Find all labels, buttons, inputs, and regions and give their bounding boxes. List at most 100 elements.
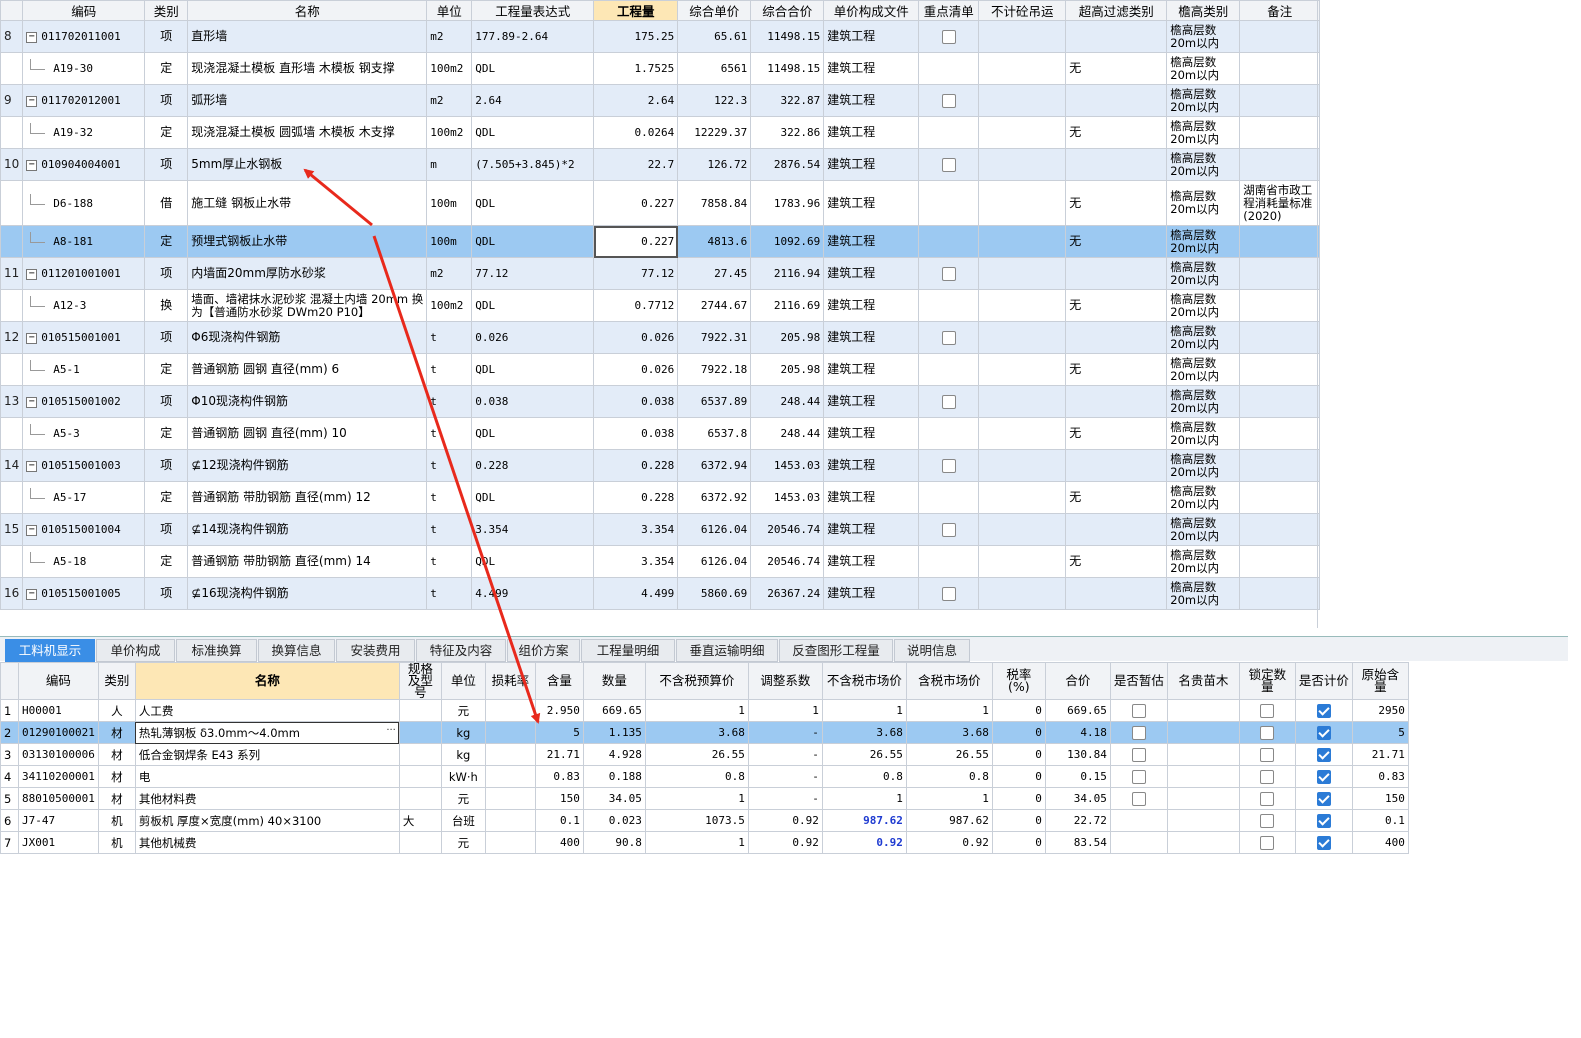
item-name[interactable]: Φ10现浇构件钢筋 — [187, 385, 428, 418]
item-code[interactable]: −011201001001 — [22, 257, 146, 290]
quota-row[interactable]: A5-1 定普通钢筋 圆钢 直径(mm) 6 t QDL 0.026 7922.18 205… — [0, 353, 1321, 386]
remark[interactable] — [1239, 385, 1321, 418]
resource-name[interactable]: 电 — [134, 765, 400, 788]
item-code[interactable]: A19-30 — [22, 52, 146, 85]
item-code[interactable]: A5-17 — [22, 481, 146, 514]
quantity-expression[interactable]: (7.505+3.845)*2 — [471, 148, 595, 181]
item-type[interactable]: 项 — [144, 257, 189, 290]
quantity-expression[interactable]: 4.499 — [471, 577, 595, 610]
estimate-checkbox[interactable] — [1131, 791, 1146, 806]
market-price[interactable]: 1 — [821, 787, 907, 810]
height-filter[interactable]: 无 — [1065, 225, 1168, 258]
key-item-cell[interactable] — [918, 417, 980, 450]
collapse-toggle-icon[interactable]: − — [26, 588, 38, 600]
content[interactable]: 21.71 — [534, 743, 584, 766]
quota-row[interactable]: A5-17 定普通钢筋 带肋钢筋 直径(mm) 12 t QDL 0.228 6372.9… — [0, 481, 1321, 514]
estimate-checkbox[interactable] — [1131, 747, 1146, 762]
priced-checkbox[interactable] — [1316, 747, 1331, 762]
item-code[interactable]: −010515001003 — [22, 449, 146, 482]
resource-type[interactable]: 材 — [97, 787, 136, 810]
loss-rate[interactable] — [484, 831, 536, 854]
item-unit[interactable]: t — [426, 321, 473, 354]
height-filter[interactable] — [1065, 385, 1168, 418]
quantity[interactable]: 0.0264 — [593, 116, 679, 149]
loss-rate[interactable] — [484, 787, 536, 810]
item-name[interactable]: 直形墙 — [187, 20, 428, 53]
lock-qty-cell[interactable] — [1238, 721, 1296, 744]
priced-checkbox[interactable] — [1316, 835, 1331, 850]
eave-category[interactable]: 檐高层数20m以内 — [1166, 148, 1241, 181]
height-filter[interactable]: 无 — [1065, 353, 1168, 386]
lock-qty-checkbox[interactable] — [1260, 813, 1275, 828]
quantity[interactable]: 175.25 — [593, 20, 679, 53]
tab-7[interactable]: 组价方案 — [507, 639, 580, 662]
collapse-toggle-icon[interactable]: − — [26, 396, 38, 408]
loss-rate[interactable] — [484, 721, 536, 744]
item-code[interactable]: −010515001004 — [22, 513, 146, 546]
height-filter[interactable] — [1065, 513, 1168, 546]
bill-item-row[interactable]: 13−010515001002 项 Φ10现浇构件钢筋 t 0.038 0.038 6537… — [0, 385, 1321, 418]
eave-category[interactable]: 檐高层数20m以内 — [1166, 180, 1241, 226]
bill-item-row[interactable]: 11−011201001001 项内墙面20mm厚防水砂浆 m2 77.12 77.12… — [0, 257, 1321, 290]
resource-type[interactable]: 材 — [97, 721, 136, 744]
tax-market-price[interactable]: 3.68 — [905, 721, 993, 744]
bottom-col-header[interactable]: 名称 — [134, 662, 400, 700]
item-unit[interactable]: t — [426, 481, 473, 514]
resource-code[interactable]: 01290100021 — [18, 721, 99, 744]
rare-seedling[interactable] — [1166, 721, 1240, 744]
bill-item-row[interactable]: 16−010515001005 项 ⊈16现浇构件钢筋 t 4.499 4.499 5860… — [0, 577, 1321, 610]
budget-price[interactable]: 1 — [644, 699, 749, 722]
resource-qty[interactable]: 0.188 — [582, 765, 646, 788]
resource-code[interactable]: J7-47 — [18, 809, 99, 832]
spec-model[interactable] — [398, 721, 442, 744]
lock-qty-checkbox[interactable] — [1260, 703, 1275, 718]
resource-row[interactable]: 5 88010500001 材其他材料费元 150 34.05 1-1 1 0 34.05 150 — [0, 787, 1409, 810]
content[interactable]: 0.83 — [534, 765, 584, 788]
item-name[interactable]: Φ6现浇构件钢筋 — [187, 321, 428, 354]
quantity-expression[interactable]: QDL — [471, 180, 595, 226]
budget-price[interactable]: 3.68 — [644, 721, 749, 744]
adjust-coef[interactable]: - — [747, 721, 823, 744]
item-type[interactable]: 借 — [144, 180, 189, 226]
collapse-toggle-icon[interactable]: − — [26, 95, 38, 107]
key-item-cell[interactable] — [918, 449, 980, 482]
quantity[interactable]: 3.354 — [593, 513, 679, 546]
item-name[interactable]: 现浇混凝土模板 圆弧墙 木模板 木支撑 — [187, 116, 428, 149]
loss-rate[interactable] — [484, 765, 536, 788]
quantity-expression[interactable]: 0.038 — [471, 385, 595, 418]
bill-item-row[interactable]: 15−010515001004 项 ⊈14现浇构件钢筋 t 3.354 3.354 6126… — [0, 513, 1321, 546]
top-col-header[interactable]: 不计砼吊运 — [978, 0, 1067, 21]
height-filter[interactable]: 无 — [1065, 289, 1168, 322]
content[interactable]: 0.1 — [534, 809, 584, 832]
top-col-header[interactable]: 单价构成文件 — [823, 0, 920, 21]
price-file[interactable]: 建筑工程 — [823, 577, 920, 610]
resource-code[interactable]: H00001 — [18, 699, 99, 722]
tax-market-price[interactable]: 0.8 — [905, 765, 993, 788]
quantity[interactable]: 2.64 — [593, 84, 679, 117]
lock-qty-cell[interactable] — [1238, 831, 1296, 854]
item-name[interactable]: 预埋式钢板止水带 — [187, 225, 428, 258]
item-name[interactable]: 内墙面20mm厚防水砂浆 — [187, 257, 428, 290]
tab-10[interactable]: 反查图形工程量 — [779, 639, 893, 662]
remark[interactable] — [1239, 513, 1321, 546]
resource-unit[interactable]: kg — [440, 721, 486, 744]
resource-type[interactable]: 材 — [97, 743, 136, 766]
lock-qty-checkbox[interactable] — [1260, 725, 1275, 740]
bottom-col-header[interactable]: 类别 — [97, 662, 136, 700]
quantity[interactable]: 3.354 — [593, 545, 679, 578]
resource-unit[interactable]: 元 — [440, 787, 486, 810]
content[interactable]: 400 — [534, 831, 584, 854]
no-concrete-lift[interactable] — [978, 180, 1067, 226]
remark[interactable] — [1239, 417, 1321, 450]
no-concrete-lift[interactable] — [978, 481, 1067, 514]
item-code[interactable]: −010515001001 — [22, 321, 146, 354]
key-item-cell[interactable] — [918, 321, 980, 354]
top-col-header[interactable]: 类别 — [144, 0, 189, 21]
quantity-expression[interactable]: 177.89-2.64 — [471, 20, 595, 53]
key-item-cell[interactable] — [918, 20, 980, 53]
eave-category[interactable]: 檐高层数20m以内 — [1166, 321, 1241, 354]
quota-row[interactable]: D6-188 借施工缝 钢板止水带 100m QDL 0.227 7858.84 1783.… — [0, 180, 1321, 226]
lock-qty-cell[interactable] — [1238, 787, 1296, 810]
height-filter[interactable] — [1065, 321, 1168, 354]
tab-1[interactable]: 工料机显示 — [5, 639, 95, 662]
